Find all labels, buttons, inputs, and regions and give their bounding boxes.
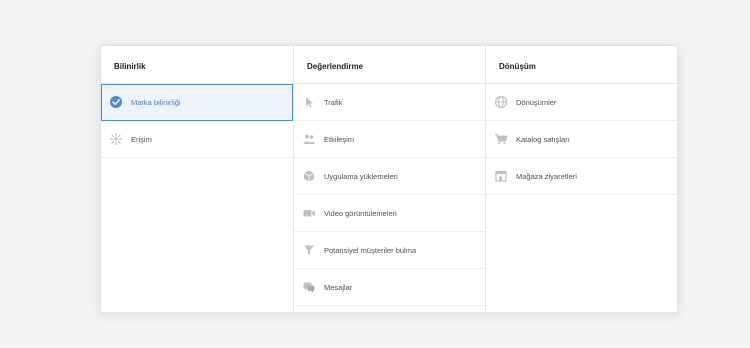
objective-video-views[interactable]: Video görüntülemeleri [294,195,485,232]
column-conversion: Dönüşüm Dönüşümler Katalog satışları Mağ… [486,46,677,312]
objective-label: Trafik [324,97,343,107]
objective-catalog-sales[interactable]: Katalog satışları [486,121,677,158]
reach-icon [109,132,123,146]
objective-label: Uygulama yüklemeleri [324,171,398,181]
objective-traffic[interactable]: Trafik [294,84,485,121]
objective-label: Dönüşümler [516,97,557,107]
cursor-icon [302,95,316,109]
column-header-consideration: Değerlendirme [294,46,485,84]
objective-label: Mesajlar [324,282,353,292]
objective-label: Marka bilinirliği [131,97,181,107]
video-icon [302,206,316,220]
chat-icon [302,280,316,294]
objective-label: Etkileşim [324,134,355,144]
column-header-conversion: Dönüşüm [486,46,677,84]
store-icon [494,169,508,183]
people-icon [302,132,316,146]
objective-label: Potansiyel müşteriler bulma [324,245,417,255]
column-awareness: Bilinirlik Marka bilinirliği Erişim [101,46,294,312]
objective-lead-generation[interactable]: Potansiyel müşteriler bulma [294,232,485,269]
objective-label: Erişim [131,134,152,144]
check-circle-icon [109,95,123,109]
objective-messages[interactable]: Mesajlar [294,269,485,306]
funnel-icon [302,243,316,257]
objective-conversions[interactable]: Dönüşümler [486,84,677,121]
cart-icon [494,132,508,146]
objective-table: Bilinirlik Marka bilinirliği Erişim Değe… [100,45,678,313]
globe-icon [494,95,508,109]
objective-app-installs[interactable]: Uygulama yüklemeleri [294,158,485,195]
objective-label: Katalog satışları [516,134,570,144]
objective-engagement[interactable]: Etkileşim [294,121,485,158]
objective-brand-awareness[interactable]: Marka bilinirliği [101,84,293,121]
objective-label: Video görüntülemeleri [324,208,397,218]
objective-reach[interactable]: Erişim [101,121,293,158]
column-header-awareness: Bilinirlik [101,46,293,84]
box-icon [302,169,316,183]
objective-label: Mağaza ziyaretleri [516,171,577,181]
objective-store-traffic[interactable]: Mağaza ziyaretleri [486,158,677,195]
column-consideration: Değerlendirme Trafik Etkileşim Uygulama … [294,46,486,312]
